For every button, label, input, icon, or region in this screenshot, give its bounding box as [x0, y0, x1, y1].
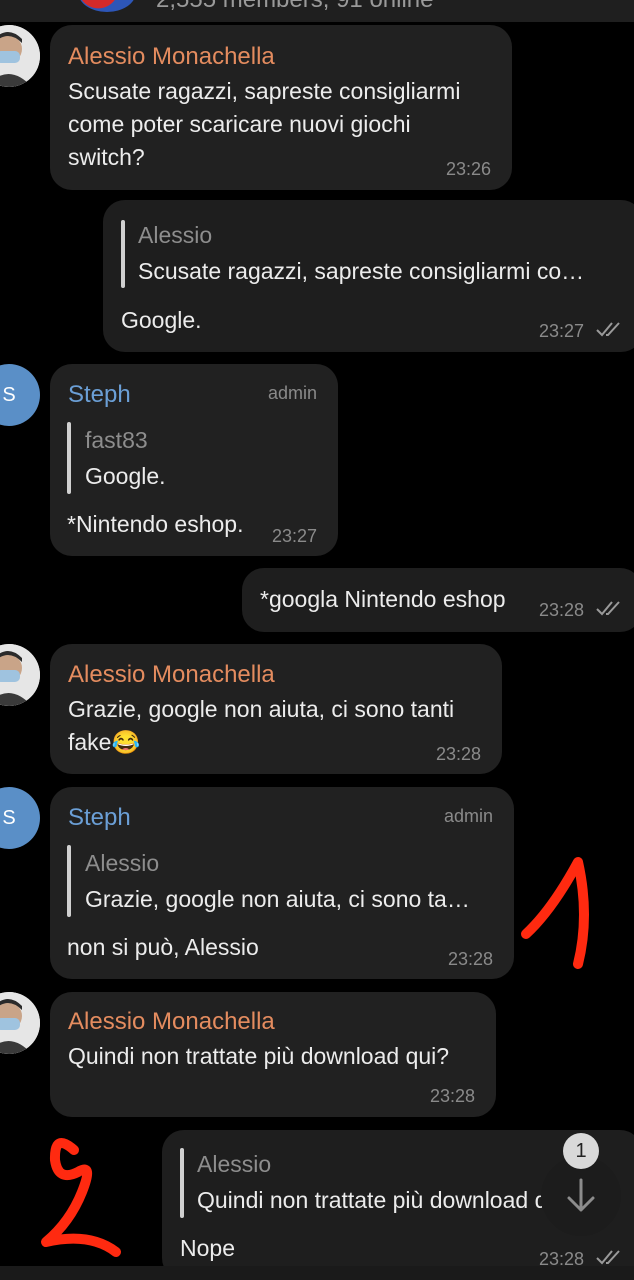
unread-count-badge: 1 [563, 1133, 599, 1169]
message-text: Google. [121, 307, 202, 333]
reply-bar [67, 845, 71, 917]
chat-header[interactable]: 2,555 members, 91 online [0, 0, 634, 22]
avatar-letter: S [2, 806, 16, 829]
annotation-2 [41, 1138, 121, 1257]
reply-sender[interactable]: Alessio [85, 850, 159, 877]
group-members-status: 2,555 members, 91 online [156, 0, 434, 14]
reply-text[interactable]: Grazie, google non aiuta, ci sono ta… [85, 886, 487, 913]
group-avatar[interactable] [78, 0, 136, 12]
message-time: 23:28 [539, 600, 585, 620]
message-time: 23:28 [436, 744, 482, 764]
admin-badge: admin [444, 806, 494, 826]
message-time: 23:28 [430, 1086, 476, 1106]
avatar-letter: S [2, 383, 16, 406]
reply-bar [180, 1148, 184, 1218]
avatar-alessio[interactable] [0, 992, 40, 1054]
sender-name[interactable]: Alessio Monachella [68, 1008, 275, 1036]
message-time: 23:26 [446, 159, 492, 179]
message-bubble-7[interactable]: Alessio Monachella Quindi non trattate p… [50, 992, 496, 1117]
message-bubble-5[interactable]: Alessio Monachella Grazie, google non ai… [50, 644, 502, 774]
reply-sender[interactable]: Alessio [138, 222, 212, 249]
annotation-1 [521, 857, 589, 969]
message-time: 23:28 [448, 949, 494, 969]
profile-photo-icon [0, 25, 40, 87]
message-text: *googla Nintendo eshop [260, 586, 506, 612]
reply-bar [121, 220, 125, 288]
message-bubble-3[interactable]: Steph admin fast83 Google. *Nintendo esh… [50, 364, 338, 556]
message-text: non si può, Alessio [67, 934, 259, 960]
message-bubble-1[interactable]: Alessio Monachella Scusate ragazzi, sapr… [50, 25, 512, 190]
message-text: *Nintendo eshop. [67, 511, 244, 537]
sender-name[interactable]: Alessio Monachella [68, 661, 275, 689]
profile-photo-icon [0, 992, 40, 1054]
double-check-icon [596, 601, 620, 616]
avatar-alessio[interactable] [0, 644, 40, 706]
reply-text[interactable]: Scusate ragazzi, sapreste consigliarmi c… [138, 258, 610, 285]
double-check-icon [596, 322, 620, 337]
avatar-alessio[interactable] [0, 25, 40, 87]
sender-name[interactable]: Steph [68, 804, 131, 832]
reply-sender[interactable]: Alessio [197, 1151, 271, 1178]
double-check-icon [596, 1250, 620, 1265]
sender-name[interactable]: Steph [68, 381, 131, 409]
message-text: Quindi non trattate più download qui? [68, 1043, 450, 1069]
message-bubble-6[interactable]: Steph admin Alessio Grazie, google non a… [50, 787, 514, 979]
avatar-steph[interactable]: S [0, 787, 40, 849]
admin-badge: admin [268, 383, 318, 403]
message-text: Nope [180, 1235, 235, 1261]
reply-text[interactable]: Quindi non trattate più download qui? [197, 1187, 542, 1214]
reply-sender[interactable]: fast83 [85, 427, 148, 454]
message-text: Scusate ragazzi, sapreste consigliarmi c… [68, 78, 461, 170]
avatar-steph[interactable]: S [0, 364, 40, 426]
message-time: 23:27 [272, 526, 318, 546]
message-bubble-2[interactable]: Alessio Scusate ragazzi, sapreste consig… [103, 200, 634, 352]
reply-text[interactable]: Google. [85, 463, 325, 490]
sender-name[interactable]: Alessio Monachella [68, 43, 275, 71]
message-bubble-4[interactable]: *googla Nintendo eshop 23:28 [242, 568, 634, 632]
message-text: Grazie, google non aiuta, ci sono tanti … [68, 696, 455, 755]
bottom-edge [0, 1266, 634, 1280]
profile-photo-icon [0, 644, 40, 706]
reply-bar [67, 422, 71, 494]
message-time: 23:27 [539, 321, 585, 341]
